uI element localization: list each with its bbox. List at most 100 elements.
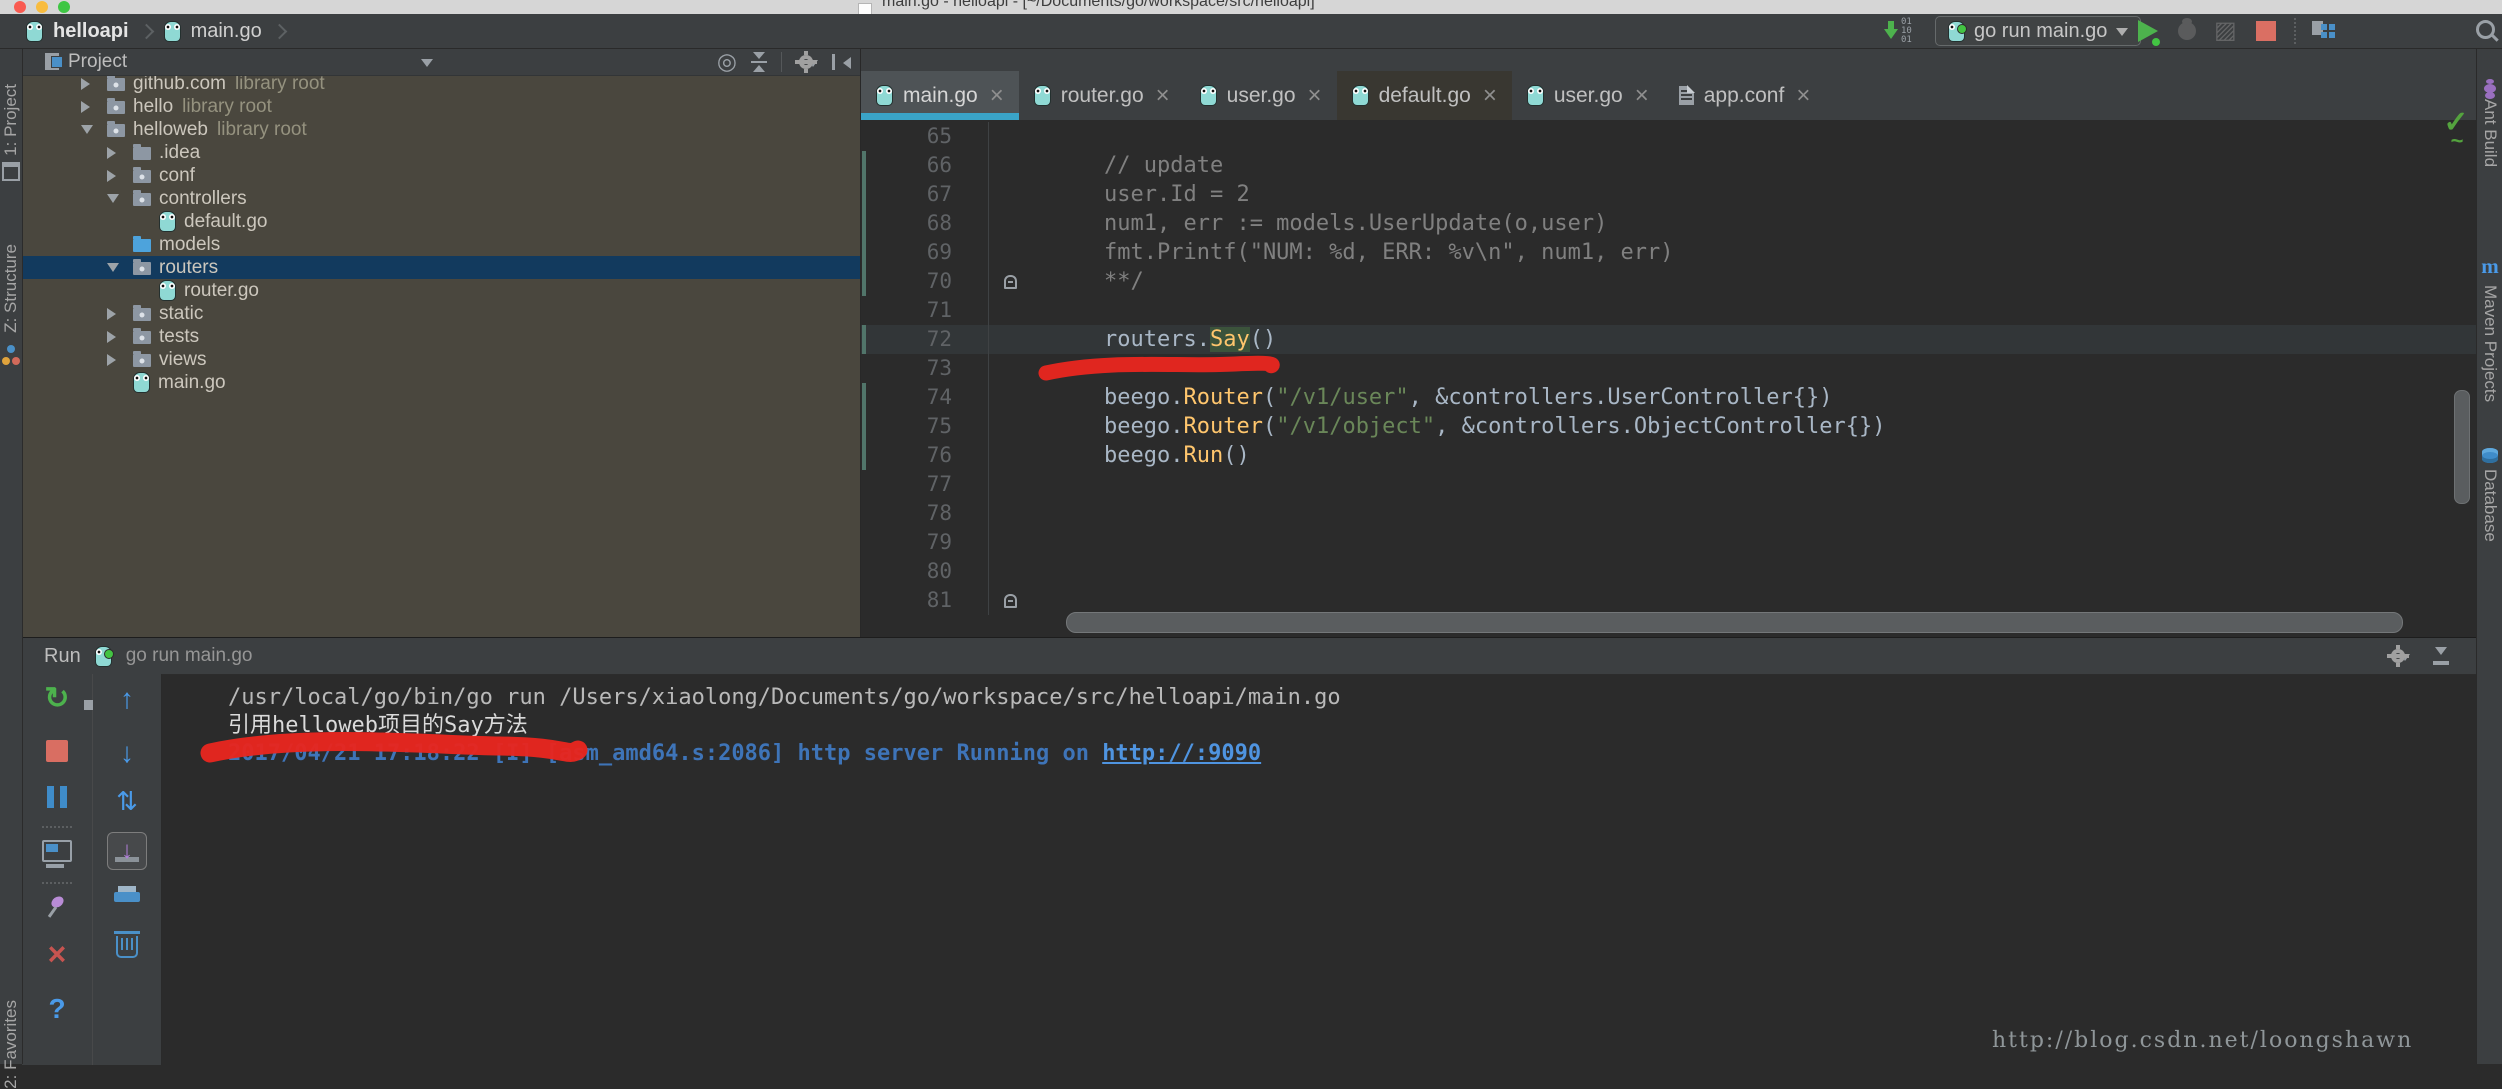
tab-router.go[interactable]: router.go× <box>1019 71 1185 120</box>
vcs-update-button[interactable]: 01 10 01 <box>1884 14 1912 48</box>
tab-close-icon[interactable]: × <box>990 86 1004 106</box>
fold-marker-icon[interactable] <box>1004 594 1017 608</box>
server-url-link[interactable]: http://:9090 <box>1102 741 1261 766</box>
coverage-button[interactable] <box>2214 16 2237 45</box>
tree-item-hello[interactable]: hellolibrary root <box>23 95 860 118</box>
soft-wrap-button[interactable]: ⇅ <box>93 788 161 814</box>
code-line-81[interactable]: 81 <box>861 586 2476 615</box>
sidebar-item-maven[interactable]: m Maven Projects <box>2477 254 2502 402</box>
sidebar-item-project[interactable]: 1: Project <box>0 84 22 181</box>
tree-item-views[interactable]: views <box>23 348 860 371</box>
tree-expand-arrow[interactable] <box>81 101 107 113</box>
tree-expand-arrow[interactable] <box>107 257 133 278</box>
tree-item-github.com[interactable]: github.comlibrary root <box>23 76 860 95</box>
inspections-ok-icon[interactable]: ✓~ <box>2442 110 2470 146</box>
code-line-76[interactable]: 76beego.Run() <box>861 441 2476 470</box>
code-line-68[interactable]: 68num1, err := models.UserUpdate(o,user) <box>861 209 2476 238</box>
code-line-69[interactable]: 69fmt.Printf("NUM: %d, ERR: %v\n", num1,… <box>861 238 2476 267</box>
tree-item-routers[interactable]: routers <box>23 256 860 279</box>
next-message-button[interactable]: ↓ <box>93 740 161 766</box>
tree-item-router.go[interactable]: router.go <box>23 279 860 302</box>
code-line-65[interactable]: 65 <box>861 122 2476 151</box>
horizontal-scrollbar[interactable] <box>1066 612 2403 633</box>
clear-all-button[interactable] <box>93 932 161 958</box>
code-line-67[interactable]: 67user.Id = 2 <box>861 180 2476 209</box>
sidebar-item-ant-build[interactable]: Ant Build <box>2477 84 2502 167</box>
tab-close-icon[interactable]: × <box>1308 86 1322 106</box>
tab-user.go[interactable]: user.go× <box>1185 71 1337 120</box>
tree-item-static[interactable]: static <box>23 302 860 325</box>
tree-expand-arrow[interactable] <box>107 147 133 159</box>
console-output[interactable]: /usr/local/go/bin/go run /Users/xiaolong… <box>228 684 1341 768</box>
run-configuration-select[interactable]: go run main.go <box>1935 16 2141 46</box>
stop-process-button[interactable] <box>22 740 92 762</box>
code-line-77[interactable]: 77 <box>861 470 2476 499</box>
fold-marker-icon[interactable] <box>1004 275 1017 289</box>
pin-tab-button[interactable] <box>22 896 92 920</box>
sidebar-item-favorites[interactable]: 2: Favorites <box>0 1000 22 1089</box>
rerun-button[interactable]: ↻ <box>22 686 92 712</box>
project-view-combo[interactable]: Project <box>45 48 127 75</box>
tab-main.go[interactable]: main.go× <box>861 71 1019 120</box>
print-button[interactable] <box>93 886 161 906</box>
zoom-window-button[interactable] <box>58 1 70 13</box>
sidebar-item-database[interactable]: Database <box>2477 448 2502 542</box>
tab-close-icon[interactable]: × <box>1796 86 1810 106</box>
code-line-74[interactable]: 74beego.Router("/v1/user", &controllers.… <box>861 383 2476 412</box>
breadcrumb-file[interactable]: main.go <box>191 20 262 43</box>
close-window-button[interactable] <box>14 1 26 13</box>
tab-close-icon[interactable]: × <box>1483 86 1497 106</box>
run-settings-button[interactable] <box>2388 646 2410 666</box>
tree-expand-arrow[interactable] <box>107 308 133 320</box>
search-everywhere-icon[interactable] <box>2476 20 2495 39</box>
close-panel-button[interactable]: × <box>22 942 92 966</box>
prev-message-button[interactable]: ↑ <box>93 686 161 712</box>
code-line-78[interactable]: 78 <box>861 499 2476 528</box>
tab-default.go[interactable]: default.go× <box>1337 71 1512 120</box>
code-line-72[interactable]: 72routers.Say() <box>861 325 2476 354</box>
chevron-down-icon[interactable] <box>421 59 433 73</box>
tool-windows-icon[interactable] <box>2312 21 2332 41</box>
tab-user.go[interactable]: user.go× <box>1512 71 1664 120</box>
tree-item-conf[interactable]: conf <box>23 164 860 187</box>
tab-app.conf[interactable]: app.conf× <box>1664 71 1826 120</box>
tab-close-icon[interactable]: × <box>1156 86 1170 106</box>
scroll-to-end-button[interactable] <box>93 832 161 870</box>
show-console-button[interactable] <box>22 840 92 862</box>
code-line-79[interactable]: 79 <box>861 528 2476 557</box>
tree-expand-arrow[interactable] <box>81 78 107 90</box>
code-line-73[interactable]: 73 <box>861 354 2476 383</box>
code-line-66[interactable]: 66// update <box>861 151 2476 180</box>
minimize-window-button[interactable] <box>36 1 48 13</box>
tree-expand-arrow[interactable] <box>107 188 133 209</box>
tree-item-controllers[interactable]: controllers <box>23 187 860 210</box>
tree-item-main.go[interactable]: main.go <box>23 371 860 394</box>
vertical-scrollbar[interactable] <box>2454 390 2470 504</box>
tree-expand-arrow[interactable] <box>107 170 133 182</box>
help-button[interactable]: ? <box>22 996 92 1022</box>
pause-output-button[interactable] <box>22 786 92 808</box>
tree-item-tests[interactable]: tests <box>23 325 860 348</box>
tree-item-helloweb[interactable]: helloweblibrary root <box>23 118 860 141</box>
tree-item-default.go[interactable]: default.go <box>23 210 860 233</box>
hide-panel-icon[interactable] <box>2432 647 2450 665</box>
code-line-75[interactable]: 75beego.Router("/v1/object", &controller… <box>861 412 2476 441</box>
sidebar-item-structure[interactable]: Z: Structure <box>0 244 22 363</box>
code-line-80[interactable]: 80 <box>861 557 2476 586</box>
code-line-71[interactable]: 71 <box>861 296 2476 325</box>
locate-file-icon[interactable] <box>717 50 737 73</box>
hide-panel-icon[interactable] <box>832 53 850 71</box>
breadcrumb-project[interactable]: helloapi <box>53 20 129 43</box>
stop-button[interactable] <box>2256 21 2276 41</box>
tree-expand-arrow[interactable] <box>107 354 133 366</box>
collapse-all-icon[interactable] <box>751 52 767 72</box>
code-line-70[interactable]: 70**/ <box>861 267 2476 296</box>
tree-expand-arrow[interactable] <box>107 331 133 343</box>
tree-expand-arrow[interactable] <box>81 119 107 140</box>
tree-item-models[interactable]: models <box>23 233 860 256</box>
tab-close-icon[interactable]: × <box>1635 86 1649 106</box>
code-editor[interactable]: 6566// update67user.Id = 268num1, err :=… <box>861 122 2476 615</box>
project-settings-button[interactable] <box>796 52 818 72</box>
debug-button[interactable] <box>2178 22 2196 40</box>
tree-item-.idea[interactable]: .idea <box>23 141 860 164</box>
